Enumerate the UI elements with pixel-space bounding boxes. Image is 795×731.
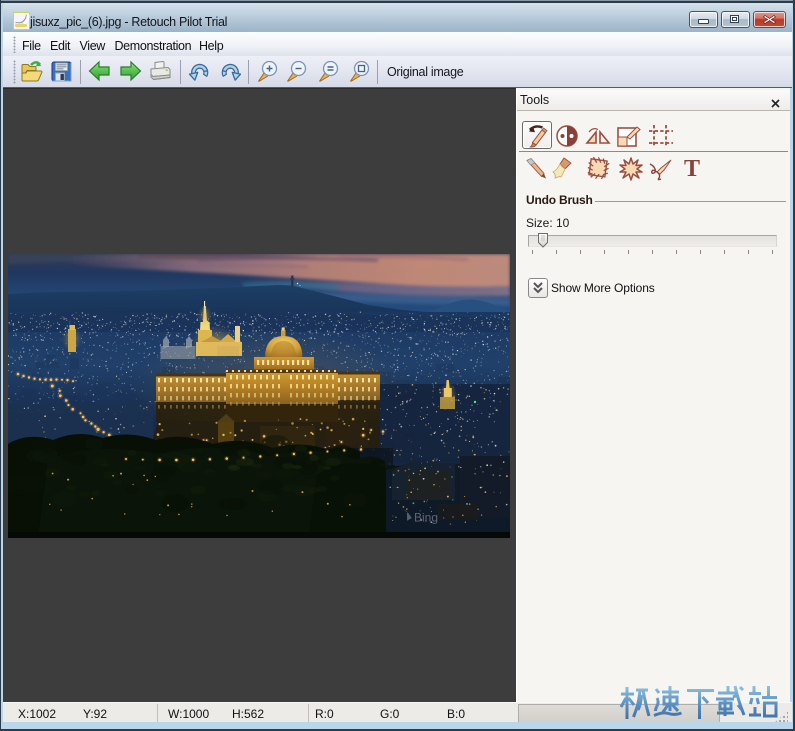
svg-text:T: T (684, 156, 700, 181)
svg-text:Bing: Bing (414, 511, 438, 525)
